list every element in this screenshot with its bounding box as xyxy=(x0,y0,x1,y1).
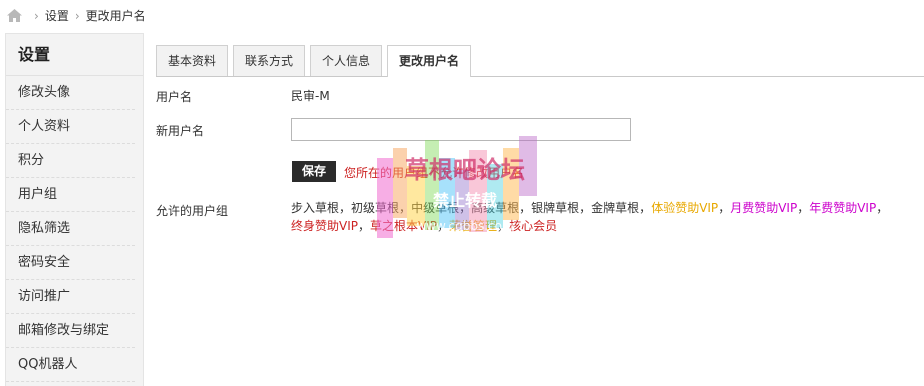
usergroup-separator: ， xyxy=(459,201,472,215)
tab-personal-info[interactable]: 个人信息 xyxy=(310,45,383,76)
usergroup-item: 步入草根 xyxy=(291,201,340,215)
usergroup-item: 初级草根 xyxy=(351,201,400,215)
usergroup-separator: ， xyxy=(497,219,510,233)
usergroup-separator: ， xyxy=(519,201,532,215)
tab-contact[interactable]: 联系方式 xyxy=(233,45,306,76)
breadcrumb-separator: › xyxy=(34,8,39,23)
usergroup-separator: ， xyxy=(358,219,371,233)
new-username-label: 新用户名 xyxy=(156,124,205,138)
username-label: 用户名 xyxy=(156,90,193,104)
usergroup-item: 金牌草根 xyxy=(591,201,640,215)
breadcrumb-separator: › xyxy=(74,8,80,23)
settings-tabs: 基本资料 联系方式 个人信息 更改用户名 xyxy=(156,45,924,77)
breadcrumb: › 设置 › 更改用户名 xyxy=(0,0,924,31)
breadcrumb-current: 更改用户名 xyxy=(85,9,146,23)
usergroup-item: 草之根本VIP xyxy=(370,219,438,233)
home-icon[interactable] xyxy=(7,9,22,22)
sidebar-item-usergroup[interactable]: 用户组 xyxy=(6,178,135,212)
usergroup-item: 终身赞助VIP xyxy=(291,219,358,233)
usergroup-item: 月费赞助VIP xyxy=(730,201,798,215)
allowed-groups-list: 步入草根，初级草根，中级草根，高级草根，银牌草根，金牌草根，体验赞助VIP，月费… xyxy=(291,199,891,235)
sidebar-item-avatar[interactable]: 修改头像 xyxy=(6,76,135,110)
usergroup-separator: ， xyxy=(339,201,352,215)
usergroup-separator: ， xyxy=(876,201,889,215)
usergroup-separator: ， xyxy=(579,201,592,215)
usergroup-separator: ， xyxy=(437,219,450,233)
sidebar-item-promotion[interactable]: 访问推广 xyxy=(6,280,135,314)
username-value: 民审-M xyxy=(291,89,330,103)
usergroup-separator: ， xyxy=(718,201,731,215)
usergroup-separator: ， xyxy=(797,201,810,215)
usergroup-item: 年费赞助VIP xyxy=(809,201,877,215)
usergroup-separator: ， xyxy=(399,201,412,215)
tab-basic-info[interactable]: 基本资料 xyxy=(156,45,229,76)
allowed-groups-label: 允许的用户组 xyxy=(156,204,229,218)
new-username-input[interactable] xyxy=(291,118,631,141)
usergroup-item: 银牌草根 xyxy=(531,201,580,215)
usergroup-separator: ， xyxy=(639,201,652,215)
sidebar-item-qqbot[interactable]: QQ机器人 xyxy=(6,348,135,382)
settings-sidebar: 设置 修改头像 个人资料 积分 用户组 隐私筛选 密码安全 访问推广 邮箱修改与… xyxy=(5,33,144,386)
sidebar-item-profile[interactable]: 个人资料 xyxy=(6,110,135,144)
usergroup-item: 核心会员 xyxy=(509,219,558,233)
sidebar-item-credits[interactable]: 积分 xyxy=(6,144,135,178)
save-button[interactable]: 保存 xyxy=(292,161,336,182)
permission-notice: 您所在的用户组不允许修改用户名 xyxy=(344,166,525,180)
sidebar-title: 设置 xyxy=(6,34,143,76)
usergroup-item: 体验赞助VIP xyxy=(651,201,719,215)
usergroup-item: 高级草根 xyxy=(471,201,520,215)
sidebar-item-privacy[interactable]: 隐私筛选 xyxy=(6,212,135,246)
usergroup-item: 中级草根 xyxy=(411,201,460,215)
usergroup-item: 荣誉管理 xyxy=(449,219,498,233)
sidebar-item-email[interactable]: 邮箱修改与绑定 xyxy=(6,314,135,348)
sidebar-item-password[interactable]: 密码安全 xyxy=(6,246,135,280)
breadcrumb-settings-link[interactable]: 设置 xyxy=(45,7,69,24)
tab-change-username[interactable]: 更改用户名 xyxy=(387,45,472,77)
